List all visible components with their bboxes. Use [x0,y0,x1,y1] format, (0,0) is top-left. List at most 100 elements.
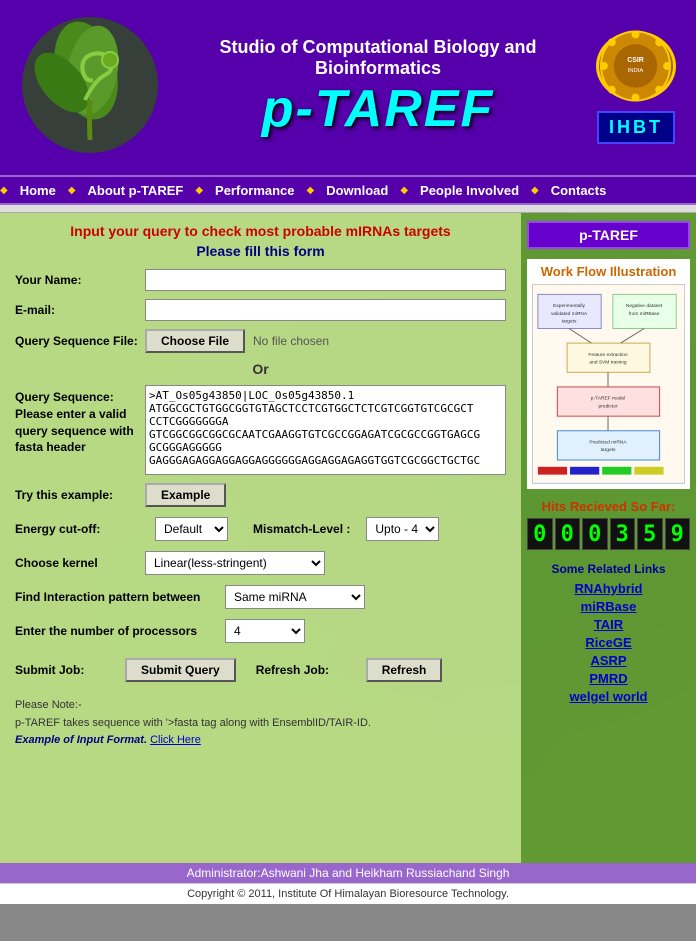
query-sequence-textarea[interactable]: >AT_Os05g43850|LOC_Os05g43850.1 ATGGCGCT… [145,385,506,475]
header-right-logos: CSIR INDIA IHBT [576,31,696,144]
nav-item-performance[interactable]: Performance [203,183,306,198]
footer-copyright: Copyright © 2011, Institute Of Himalayan… [0,883,696,904]
nav-diamond-3: ◆ [307,185,315,196]
energy-label: Energy cut-off: [15,522,145,536]
header-subtitle: Studio of Computational Biology and Bioi… [180,37,576,79]
form-panel: Input your query to check most probable … [0,213,521,863]
ihbt-badge: IHBT [597,111,675,144]
main-content: Input your query to check most probable … [0,213,696,863]
try-example-label: Try this example: [15,488,145,502]
query-file-row: Query Sequence File: Choose File No file… [15,329,506,353]
link-ricege[interactable]: RiceGE [585,635,631,650]
svg-text:Predicted miRNA: Predicted miRNA [589,439,627,445]
mismatch-label: Mismatch-Level : [253,522,350,536]
choose-file-button[interactable]: Choose File [145,329,245,353]
nav-diamond-2: ◆ [195,185,203,196]
note-line1: Please Note:- [15,697,506,715]
svg-text:Negative dataset: Negative dataset [626,303,663,309]
header-title-area: Studio of Computational Biology and Bioi… [180,37,576,139]
mismatch-select[interactable]: Upto - 1 Upto - 2 Upto - 3 Upto - 4 Upto… [366,517,439,541]
energy-select[interactable]: Default Low Medium High [155,517,228,541]
right-panel: p-TAREF Work Flow Illustration Experimen… [521,213,696,863]
nav-item-about[interactable]: About p-TAREF [76,183,196,198]
note-section: Please Note:- p-TAREF takes sequence wit… [15,697,506,750]
kernel-select[interactable]: Linear(less-stringent) RBF(stringent) Po… [145,551,325,575]
processors-select[interactable]: 1 2 4 8 [225,619,305,643]
digit-3: 3 [610,518,636,550]
workflow-diagram: Experimentally validated miRNA targets N… [532,284,685,484]
hits-title: Hits Recieved So Far: [527,499,690,514]
nav-diamond-1: ◆ [68,185,76,196]
refresh-button[interactable]: Refresh [366,658,443,682]
logo-area [0,0,180,175]
no-file-text: No file chosen [253,334,329,348]
refresh-label: Refresh Job: [256,663,346,677]
interaction-label: Find Interaction pattern between [15,590,225,604]
email-input[interactable] [145,299,506,321]
submit-row: Submit Job: Submit Query Refresh Job: Re… [15,658,506,682]
example-button[interactable]: Example [145,483,226,507]
ptaref-badge: p-TAREF [527,221,690,249]
digit-2: 0 [582,518,608,550]
kernel-label: Choose kernel [15,556,145,570]
nav-diamond-4: ◆ [400,185,408,196]
example-row: Try this example: Example [15,483,506,507]
submit-label: Submit Job: [15,663,105,677]
note-click-here-link[interactable]: Click Here [150,734,201,746]
link-pmrd[interactable]: PMRD [589,671,627,686]
svg-text:CSIR: CSIR [627,57,643,64]
processors-label: Enter the number of processors [15,624,225,638]
form-subtitle: Please fill this form [15,243,506,259]
query-seq-label: Query Sequence: Please enter a valid que… [15,385,145,456]
link-rnahybrid[interactable]: RNAhybrid [575,581,643,596]
csir-logo: CSIR INDIA [596,31,676,101]
your-name-row: Your Name: [15,269,506,291]
nav-item-people[interactable]: People Involved [408,183,531,198]
workflow-title: Work Flow Illustration [532,264,685,279]
query-seq-row: Query Sequence: Please enter a valid que… [15,385,506,475]
footer-admin: Administrator:Ashwani Jha and Heikham Ru… [0,863,696,883]
svg-text:targets: targets [601,447,616,453]
workflow-box: Work Flow Illustration Experimentally va… [527,259,690,489]
note-line2: p-TAREF takes sequence with '>fasta tag … [15,715,506,733]
interaction-row: Find Interaction pattern between Same mi… [15,585,506,609]
header-brand: p-TAREF [262,79,495,139]
query-file-label: Query Sequence File: [15,334,145,348]
svg-text:p-TAREF model: p-TAREF model [591,395,625,401]
email-label: E-mail: [15,303,145,317]
nav-item-home[interactable]: Home [8,183,68,198]
svg-text:predictor: predictor [599,403,618,409]
link-welgel[interactable]: welgel world [569,689,647,704]
or-divider: Or [15,361,506,377]
your-name-label: Your Name: [15,273,145,287]
note-example-text: Example of Input Format. [15,734,147,746]
link-mirbase[interactable]: miRBase [581,599,637,614]
hits-section: Hits Recieved So Far: 0 0 0 3 5 9 [527,499,690,554]
email-row: E-mail: [15,299,506,321]
nav-diamond-5: ◆ [531,185,539,196]
svg-text:Experimentally: Experimentally [553,303,585,309]
svg-text:from miRBase: from miRBase [629,310,660,316]
link-asrp[interactable]: ASRP [590,653,626,668]
svg-text:targets: targets [562,318,577,324]
file-input-wrap: Choose File No file chosen [145,329,329,353]
digit-0: 0 [527,518,553,550]
processors-row: Enter the number of processors 1 2 4 8 [15,619,506,643]
nav-bar: ◆ Home ◆ About p-TAREF ◆ Performance ◆ D… [0,175,696,205]
submit-query-button[interactable]: Submit Query [125,658,236,682]
svg-text:validated miRNA: validated miRNA [551,310,588,316]
interaction-select[interactable]: Same miRNA Different miRNA [225,585,365,609]
nav-item-contacts[interactable]: Contacts [539,183,619,198]
nav-diamond-0: ◆ [0,185,8,196]
svg-text:and SVM training: and SVM training [589,359,627,365]
links-title: Some Related Links [551,562,665,576]
digit-5: 9 [665,518,691,550]
sub-nav-bar [0,205,696,213]
nav-item-download[interactable]: Download [314,183,400,198]
header: Studio of Computational Biology and Bioi… [0,0,696,175]
link-tair[interactable]: TAIR [594,617,623,632]
energy-mismatch-row: Energy cut-off: Default Low Medium High … [15,517,506,541]
svg-text:INDIA: INDIA [628,67,644,73]
kernel-row: Choose kernel Linear(less-stringent) RBF… [15,551,506,575]
your-name-input[interactable] [145,269,506,291]
